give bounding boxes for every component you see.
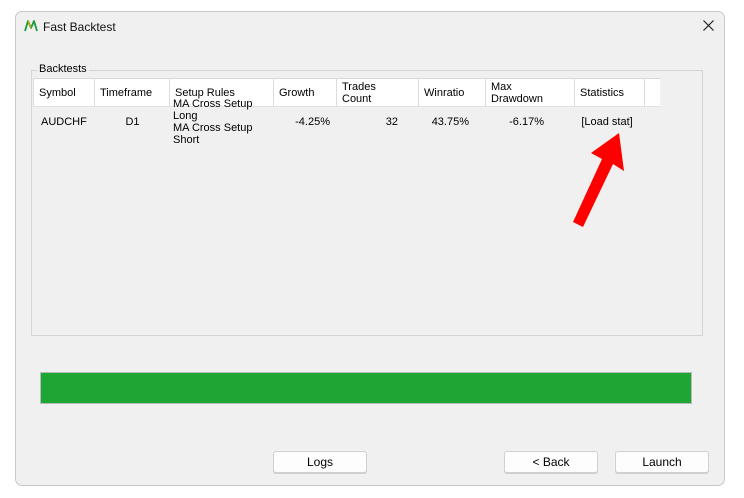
cell-symbol: AUDCHF	[41, 116, 87, 128]
backtests-group-label: Backtests	[37, 63, 89, 75]
backtests-list[interactable]: Symbol Timeframe Setup Rules Growth Trad…	[33, 78, 660, 334]
arrow-icon	[573, 133, 624, 227]
window-title: Fast Backtest	[43, 20, 116, 34]
close-icon	[702, 20, 714, 31]
setup-rule-long: MA Cross Setup Long	[173, 98, 253, 122]
table-row[interactable]: AUDCHF D1 MA Cross Setup Long MA Cross S…	[33, 98, 660, 146]
launch-button[interactable]: Launch	[615, 451, 709, 473]
column-header-growth[interactable]: Growth	[274, 79, 337, 107]
close-button[interactable]	[692, 12, 724, 39]
setup-rule-short: MA Cross Setup Short	[173, 122, 253, 146]
list-header: Symbol Timeframe Setup Rules Growth Trad…	[33, 78, 660, 107]
cell-winratio: 43.75%	[431, 116, 469, 128]
column-header-trades-count[interactable]: Trades Count	[337, 79, 419, 107]
cell-timeframe: D1	[125, 116, 140, 128]
progress-fill	[41, 373, 691, 403]
title-bar: Fast Backtest	[16, 12, 724, 41]
column-header-timeframe[interactable]: Timeframe	[95, 79, 170, 107]
column-header-symbol[interactable]: Symbol	[33, 79, 95, 107]
fast-backtest-window: Fast Backtest Backtests Symbol Timeframe…	[15, 11, 725, 486]
progress-bar	[40, 372, 692, 404]
column-header-max-drawdown[interactable]: Max Drawdown	[486, 79, 575, 107]
logs-button[interactable]: Logs	[273, 451, 367, 473]
cell-setup-rules: MA Cross Setup Long MA Cross Setup Short	[173, 98, 277, 146]
red-arrow-annotation	[573, 133, 624, 227]
column-header-statistics[interactable]: Statistics	[575, 79, 645, 107]
cell-trades-count: 32	[385, 116, 398, 128]
cell-max-drawdown: -6.17%	[509, 116, 544, 128]
back-button[interactable]: < Back	[504, 451, 598, 473]
cell-growth: -4.25%	[295, 116, 330, 128]
app-logo-icon	[24, 20, 38, 32]
column-header-winratio[interactable]: Winratio	[419, 79, 486, 107]
